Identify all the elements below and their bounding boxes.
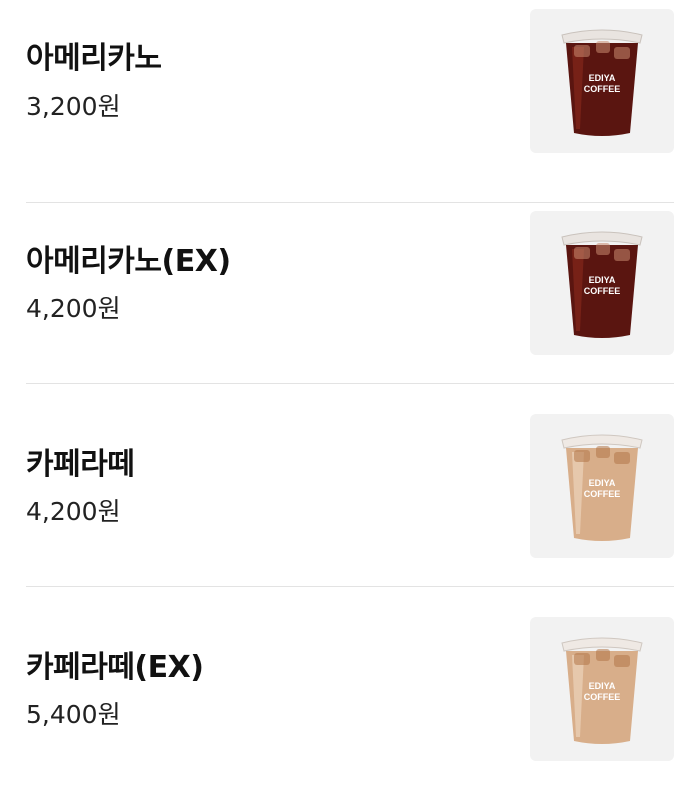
cup-brand-text: EDIYA: [589, 681, 616, 691]
menu-item-name: 카페라떼: [26, 447, 135, 482]
iced-cafe-latte-cup-icon: EDIYA COFFEE: [561, 434, 643, 541]
menu-item-name: 카페라떼(EX): [26, 650, 204, 685]
iced-americano-cup-icon: EDIYA COFFEE: [561, 29, 643, 136]
menu-item-cafe-latte-ex[interactable]: 카페라떼(EX) 5,400원 EDIYA COFFEE: [0, 587, 700, 790]
menu-item-thumbnail[interactable]: EDIYA COFFEE: [530, 211, 674, 355]
menu-item-thumbnail[interactable]: EDIYA COFFEE: [530, 9, 674, 153]
menu-item-price: 4,200원: [26, 294, 121, 323]
menu-item-americano[interactable]: 아메리카노 3,200원 EDIYA COFFEE: [0, 0, 700, 203]
menu-item-price: 3,200원: [26, 92, 121, 121]
menu-item-price: 4,200원: [26, 497, 121, 526]
iced-cafe-latte-cup-icon: EDIYA COFFEE: [561, 637, 643, 744]
iced-americano-cup-icon: EDIYA COFFEE: [561, 231, 643, 338]
menu-item-thumbnail[interactable]: EDIYA COFFEE: [530, 414, 674, 558]
menu-item-price: 5,400원: [26, 700, 121, 729]
menu-item-thumbnail[interactable]: EDIYA COFFEE: [530, 617, 674, 761]
menu-item-name: 아메리카노: [26, 41, 162, 76]
menu-item-name: 아메리카노(EX): [26, 244, 231, 279]
cup-brand-text: COFFEE: [584, 84, 621, 94]
cup-brand-text: EDIYA: [589, 478, 616, 488]
cup-brand-text: EDIYA: [589, 275, 616, 285]
cup-brand-text: COFFEE: [584, 692, 621, 702]
cup-brand-text: EDIYA: [589, 73, 616, 83]
menu-list: 아메리카노 3,200원 EDIYA COFFEE 아메리카노(EX) 4,20…: [0, 0, 700, 778]
menu-item-americano-ex[interactable]: 아메리카노(EX) 4,200원 EDIYA COFFEE: [0, 181, 700, 384]
menu-item-cafe-latte[interactable]: 카페라떼 4,200원 EDIYA COFFEE: [0, 384, 700, 587]
cup-brand-text: COFFEE: [584, 489, 621, 499]
cup-brand-text: COFFEE: [584, 286, 621, 296]
